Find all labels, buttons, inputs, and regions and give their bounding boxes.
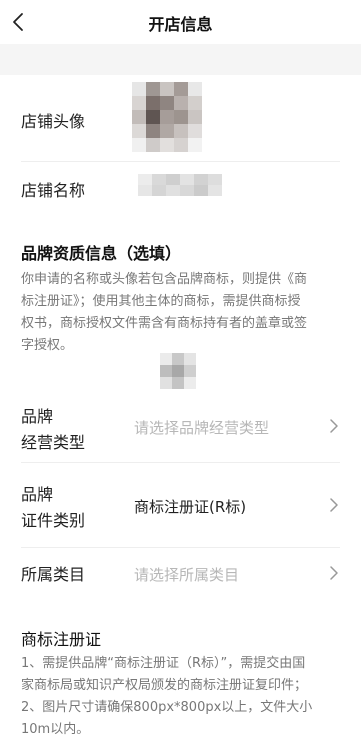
trademark-title: 商标注册证 <box>21 630 102 649</box>
label-line: 证件类别 <box>21 511 86 530</box>
nav-bar: 开店信息 <box>0 0 361 44</box>
note-line: 家商标局或知识产权局颁发的商标注册证复印件； <box>21 678 308 693</box>
description-line: 你申请的名称或头像若包含品牌商标，则提供《商 <box>21 272 308 287</box>
business-type-row[interactable]: 品牌 经营类型 请选择品牌经营类型 <box>0 398 361 480</box>
chevron-right-icon <box>330 419 338 433</box>
store-avatar[interactable] <box>132 82 202 152</box>
label-line: 品牌 <box>21 485 54 504</box>
chevron-right-icon <box>330 498 338 512</box>
trademark-notes: 1、需提供品牌“商标注册证（R标）”，需提交由国 家商标局或知识产权局颁发的商标… <box>21 653 343 741</box>
note-line: 1、需提供品牌“商标注册证（R标）”，需提交由国 <box>21 656 306 671</box>
category-select[interactable]: 请选择所属类目 <box>134 564 239 585</box>
divider <box>21 161 340 162</box>
certificate-type-label: 品牌 证件类别 <box>21 482 85 534</box>
store-avatar-label: 店铺头像 <box>21 112 86 131</box>
chevron-right-icon <box>330 566 338 580</box>
page-title: 开店信息 <box>148 15 213 34</box>
brand-description: 你申请的名称或头像若包含品牌商标，则提供《商 标注册证》；使用其他主体的商标，需… <box>21 269 343 357</box>
label-line: 品牌 <box>21 407 54 426</box>
store-info-card: 店铺头像 店铺名称 <box>0 75 361 220</box>
note-line: 10m以内。 <box>21 722 90 737</box>
category-row[interactable]: 所属类目 请选择所属类目 <box>0 548 361 604</box>
description-line: 权书，商标授权文件需含有商标持有者的盖章或签 <box>21 316 308 331</box>
note-line: 2、图片尺寸请确保800px*800px以上，文件大小 <box>21 700 313 715</box>
redacted-image <box>160 353 196 389</box>
label-line: 经营类型 <box>21 433 86 452</box>
divider <box>21 462 340 463</box>
brand-section: 品牌资质信息（选填） 你申请的名称或头像若包含品牌商标，则提供《商 标注册证》；… <box>0 220 361 742</box>
brand-section-title: 品牌资质信息（选填） <box>21 244 182 263</box>
certificate-type-select[interactable]: 商标注册证(R标) <box>134 496 246 517</box>
business-type-label: 品牌 经营类型 <box>21 404 85 456</box>
description-line: 标注册证》；使用其他主体的商标，需提供商标授 <box>21 294 301 309</box>
business-type-select[interactable]: 请选择品牌经营类型 <box>134 417 269 438</box>
store-name-label: 店铺名称 <box>21 181 86 200</box>
certificate-type-row[interactable]: 品牌 证件类别 商标注册证(R标) <box>0 478 361 548</box>
category-label: 所属类目 <box>21 565 86 584</box>
store-name-value[interactable] <box>138 174 222 196</box>
